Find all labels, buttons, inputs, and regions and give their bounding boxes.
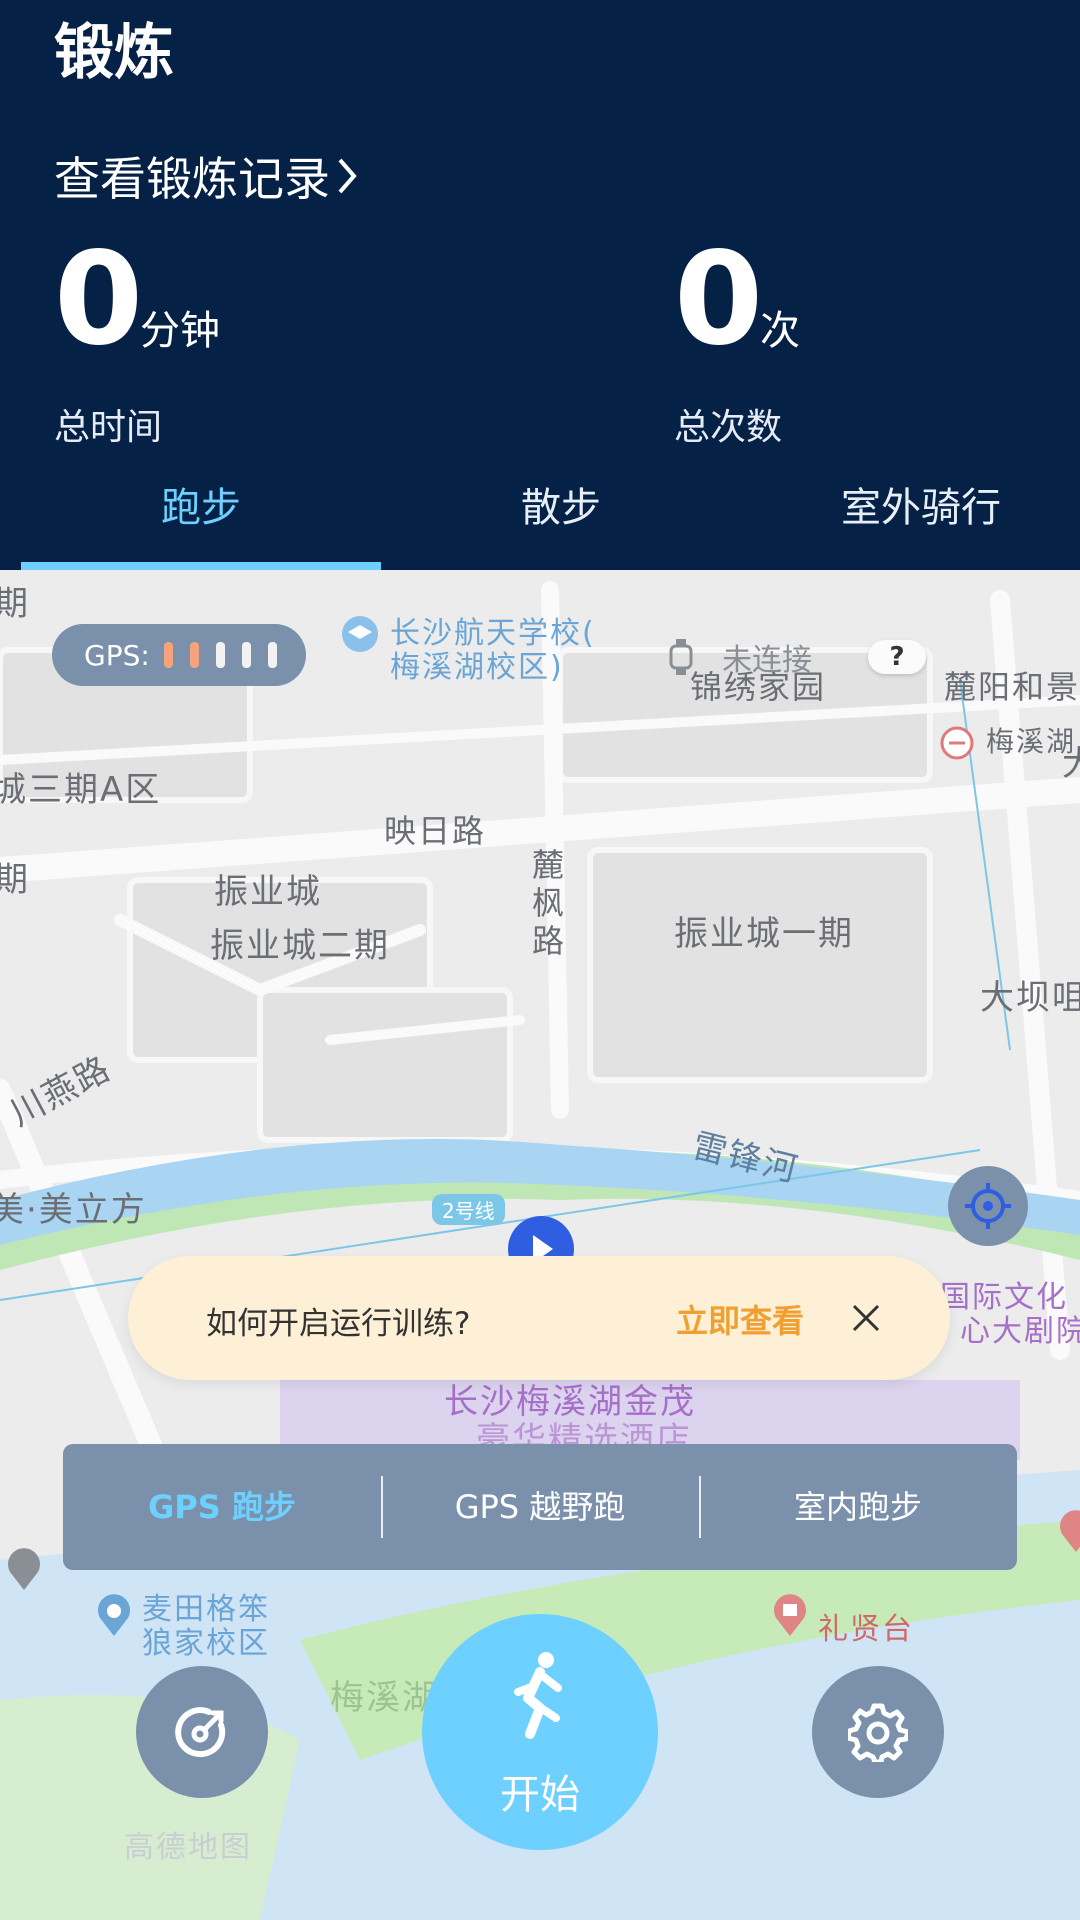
map-label-luyang: 麓阳和景 [944, 668, 1080, 706]
start-label: 开始 [500, 1772, 580, 1818]
map-label-school-2: 梅溪湖校区) [390, 650, 564, 685]
run-mode-selector: GPS 跑步 GPS 越野跑 室内跑步 [63, 1444, 1017, 1570]
building-poi-icon [7, 1548, 40, 1590]
view-records-link[interactable]: 查看锻炼记录 [54, 143, 358, 209]
close-icon[interactable] [842, 1294, 890, 1342]
tab-running[interactable]: 跑步 [21, 470, 381, 570]
total-time-unit: 分钟 [140, 308, 220, 354]
gps-bar [267, 642, 277, 668]
view-now-link[interactable]: 立即查看 [676, 1296, 804, 1342]
map-label-zhenyecheng: 振业城 [214, 872, 322, 912]
settings-button[interactable] [812, 1666, 944, 1798]
map-label-maitian-2: 狼家校区 [142, 1626, 270, 1661]
education-poi-icon [98, 1594, 130, 1636]
map-label-culture-center-2: 心大剧院 [960, 1314, 1080, 1349]
training-tip-banner: 如何开启运行训练? 立即查看 [128, 1256, 950, 1380]
map-label-edge-1: 期 [0, 584, 30, 624]
map-label-yingri-road: 映日路 [384, 812, 487, 850]
gps-label: GPS: [84, 638, 150, 672]
mode-gps-running[interactable]: GPS 跑步 [63, 1444, 381, 1570]
metro-station-icon [940, 726, 974, 760]
gps-bar [241, 642, 251, 668]
activity-tabs: 跑步 散步 室外骑行 [0, 470, 1080, 570]
active-tab-indicator [21, 562, 381, 570]
tab-walking[interactable]: 散步 [381, 470, 741, 570]
gps-signal-indicator: GPS: [52, 624, 306, 686]
total-count-label: 总次数 [674, 407, 783, 448]
amap-watermark: 高德地图 [124, 1830, 252, 1865]
start-button[interactable]: 开始 [422, 1614, 658, 1850]
map-label-zhenyecheng-1: 振业城一期 [674, 914, 854, 954]
landmark-poi-icon-edge [1060, 1510, 1080, 1552]
help-button[interactable]: ? [868, 640, 926, 674]
map-label-edge-2: 期 [0, 860, 30, 900]
exercise-header: 锻炼 查看锻炼记录 0 分钟 总时间 0 次 总次数 跑步 散步 室外骑行 [0, 0, 1080, 570]
watch-icon [669, 639, 693, 675]
map-label-zhenyecheng-2: 振业城二期 [210, 926, 390, 966]
gps-bar [215, 642, 225, 668]
school-poi-icon [342, 616, 378, 652]
crosshair-icon [965, 1183, 1011, 1229]
running-person-icon [514, 1652, 562, 1739]
total-count-unit: 次 [760, 308, 800, 354]
mode-gps-trail-running[interactable]: GPS 越野跑 [381, 1444, 699, 1570]
gps-bar [163, 642, 173, 668]
map-label-meixihu-lake: 梅溪湖 [330, 1678, 438, 1718]
locate-button[interactable] [948, 1166, 1028, 1246]
map-label-meilifang: 美·美立方 [0, 1190, 147, 1230]
map-label-lixiantai: 礼贤台 [818, 1612, 914, 1647]
target-icon [175, 1707, 226, 1758]
map-label-dabazui: 大坝咀 [980, 978, 1080, 1018]
device-status-label: 未连接 [722, 643, 812, 678]
landmark-poi-icon [774, 1594, 806, 1636]
total-count-value: 0 [674, 225, 764, 374]
chevron-right-icon [338, 158, 357, 194]
map-label-edge-3: 大 [1062, 736, 1080, 785]
gear-icon [848, 1703, 908, 1762]
total-time-value: 0 [54, 225, 144, 374]
total-time-label: 总时间 [54, 407, 163, 448]
view-records-label: 查看锻炼记录 [54, 152, 330, 206]
map-label-lufeng-3: 路 [532, 922, 567, 960]
gps-bar [189, 642, 199, 668]
target-button[interactable] [136, 1666, 268, 1798]
device-connection-status[interactable]: 未连接 [668, 635, 812, 679]
banner-text: 如何开启运行训练? [206, 1306, 471, 1342]
mode-indoor-running[interactable]: 室内跑步 [699, 1444, 1017, 1570]
page-title: 锻炼 [54, 18, 174, 88]
gps-signal-bars [163, 642, 294, 668]
map-label-phase3a: 城三期A区 [0, 770, 162, 810]
metro-line-2-badge: 2号线 [432, 1194, 505, 1225]
tab-outdoor-cycling[interactable]: 室外骑行 [741, 470, 1080, 570]
